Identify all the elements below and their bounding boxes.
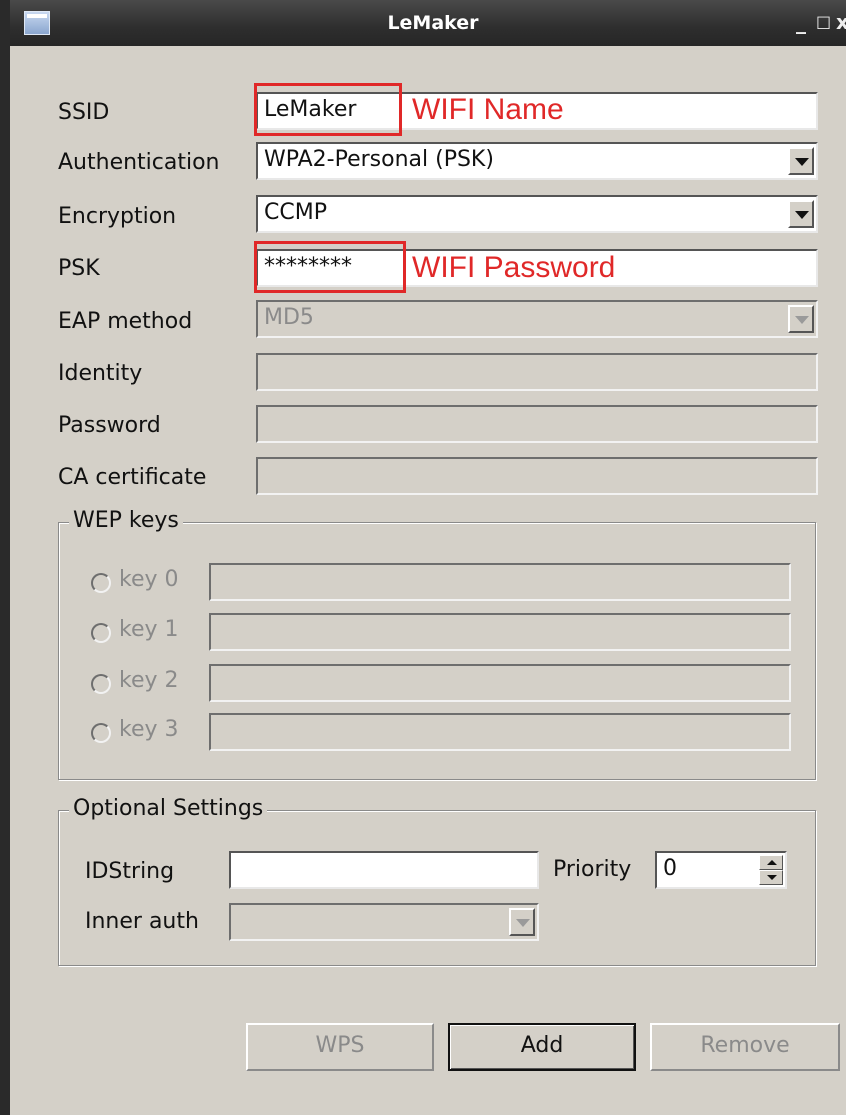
priority-spin-buttons[interactable] bbox=[759, 855, 783, 885]
ca-certificate-input bbox=[256, 457, 818, 495]
priority-stepper[interactable]: 0 bbox=[655, 851, 787, 889]
add-button[interactable]: Add bbox=[448, 1023, 636, 1071]
title-bar[interactable]: LeMaker _ □ x bbox=[10, 0, 846, 46]
key1-radio bbox=[91, 623, 111, 643]
ca-certificate-label: CA certificate bbox=[58, 465, 207, 490]
spin-up-icon[interactable] bbox=[759, 855, 783, 870]
eap-method-select: MD5 bbox=[256, 300, 818, 338]
key3-input bbox=[209, 713, 791, 751]
identity-label: Identity bbox=[58, 361, 143, 386]
key0-input bbox=[209, 563, 791, 601]
key0-label: key 0 bbox=[119, 567, 179, 592]
key0-radio bbox=[91, 573, 111, 593]
authentication-select[interactable]: WPA2-Personal (PSK) bbox=[256, 142, 818, 180]
identity-input bbox=[256, 353, 818, 391]
inner-auth-select bbox=[229, 903, 539, 941]
encryption-value: CCMP bbox=[264, 200, 327, 225]
authentication-value: WPA2-Personal (PSK) bbox=[264, 147, 494, 172]
minimize-button[interactable]: _ bbox=[796, 10, 806, 34]
priority-label: Priority bbox=[553, 857, 632, 882]
annotation-box-psk bbox=[254, 241, 406, 293]
key3-label: key 3 bbox=[119, 717, 179, 742]
psk-label: PSK bbox=[58, 256, 100, 281]
key2-input bbox=[209, 664, 791, 702]
eap-method-label: EAP method bbox=[58, 309, 193, 334]
idstring-label: IDString bbox=[85, 859, 175, 884]
priority-value: 0 bbox=[663, 856, 677, 881]
wps-button: WPS bbox=[246, 1023, 434, 1071]
annotation-wifi-password: WIFI Password bbox=[412, 251, 616, 284]
encryption-select[interactable]: CCMP bbox=[256, 195, 818, 233]
key2-label: key 2 bbox=[119, 668, 179, 693]
maximize-button[interactable]: □ bbox=[816, 10, 831, 34]
optional-settings-group: Optional Settings IDString Priority 0 In… bbox=[58, 796, 816, 966]
close-button[interactable]: x bbox=[836, 10, 846, 34]
key2-radio bbox=[91, 674, 111, 694]
inner-auth-label: Inner auth bbox=[85, 909, 199, 934]
password-label: Password bbox=[58, 413, 161, 438]
authentication-label: Authentication bbox=[58, 150, 220, 175]
chevron-down-icon bbox=[788, 305, 814, 333]
wep-keys-group: WEP keys key 0 key 1 key 2 key 3 bbox=[58, 508, 816, 780]
ssid-label: SSID bbox=[58, 100, 110, 125]
chevron-down-icon bbox=[509, 908, 535, 936]
wep-keys-title: WEP keys bbox=[69, 508, 183, 533]
window-title: LeMaker bbox=[387, 12, 479, 34]
optional-settings-title: Optional Settings bbox=[69, 796, 268, 821]
key3-radio bbox=[91, 723, 111, 743]
chevron-down-icon[interactable] bbox=[788, 147, 814, 175]
remove-button: Remove bbox=[650, 1023, 840, 1071]
annotation-box-ssid bbox=[254, 83, 402, 136]
encryption-label: Encryption bbox=[58, 204, 177, 229]
key1-input bbox=[209, 613, 791, 651]
password-input bbox=[256, 405, 818, 443]
eap-method-value: MD5 bbox=[264, 305, 314, 330]
annotation-wifi-name: WIFI Name bbox=[412, 93, 564, 126]
dialog-window: LeMaker _ □ x SSID LeMaker WIFI Name Aut… bbox=[0, 0, 846, 1115]
key1-label: key 1 bbox=[119, 617, 179, 642]
spin-down-icon[interactable] bbox=[759, 870, 783, 885]
idstring-input[interactable] bbox=[229, 851, 539, 889]
chevron-down-icon[interactable] bbox=[788, 200, 814, 228]
